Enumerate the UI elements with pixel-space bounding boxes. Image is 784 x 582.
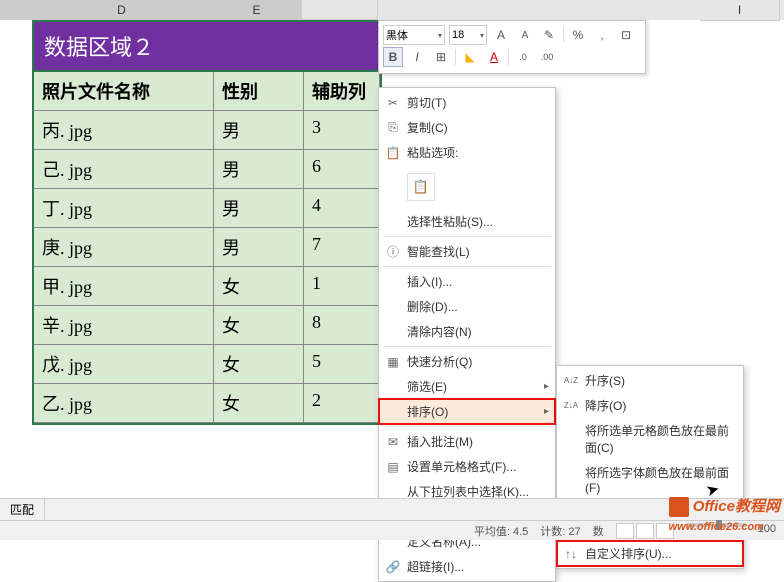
menu-copy[interactable]: ⎘复制(C) <box>379 115 555 140</box>
menu-separator <box>383 236 551 237</box>
font-size-select[interactable]: 18▾ <box>449 25 487 45</box>
menu-quick-analysis[interactable]: ▦快速分析(Q) <box>379 349 555 374</box>
view-buttons <box>616 523 674 539</box>
decrease-decimal-button[interactable]: .0 <box>513 47 533 67</box>
bold-button[interactable]: B <box>383 47 403 67</box>
view-normal-button[interactable] <box>616 523 634 539</box>
menu-sort[interactable]: 排序(O)▸ <box>379 399 555 424</box>
menu-custom-sort[interactable]: ↑↓自定义排序(U)... <box>557 541 743 566</box>
table-row: 己. jpg男6 <box>34 150 380 189</box>
italic-button[interactable]: I <box>407 47 427 67</box>
menu-format-cells[interactable]: ▤设置单元格格式(F)... <box>379 454 555 479</box>
menu-sort-cell-color[interactable]: 将所选单元格颜色放在最前面(C) <box>557 418 743 460</box>
sheet-tab[interactable]: 匹配 <box>0 499 45 520</box>
increase-decimal-button[interactable]: .00 <box>537 47 557 67</box>
table-row: 乙. jpg女2 <box>34 384 380 423</box>
table-row: 辛. jpg女8 <box>34 306 380 345</box>
paste-option-button[interactable]: 📋 <box>407 173 435 201</box>
status-average: 平均值: 4.5 <box>474 523 528 539</box>
menu-sort-desc[interactable]: Z↓A降序(O) <box>557 393 743 418</box>
watermark: Office教程网 www.office26.com <box>669 495 780 534</box>
data-region: 数据区域２ 照片文件名称 性别 辅助列 丙. jpg男3 己. jpg男6 丁.… <box>32 20 382 425</box>
status-count: 计数: 27 <box>540 523 580 539</box>
menu-insert[interactable]: 插入(I)... <box>379 269 555 294</box>
shrink-font-button[interactable]: A <box>515 25 535 45</box>
menu-filter[interactable]: 筛选(E)▸ <box>379 374 555 399</box>
header-gender[interactable]: 性别 <box>214 72 304 110</box>
fill-color-button[interactable]: ◣ <box>460 47 480 67</box>
percent-button[interactable]: % <box>568 25 588 45</box>
lookup-icon: ⓘ <box>385 244 401 260</box>
menu-delete[interactable]: 删除(D)... <box>379 294 555 319</box>
view-layout-button[interactable] <box>636 523 654 539</box>
menu-separator <box>383 346 551 347</box>
border-button[interactable]: ⊞ <box>431 47 451 67</box>
col-header-i[interactable]: I <box>700 0 780 21</box>
font-color-button[interactable]: A <box>484 47 504 67</box>
comment-icon: ✉ <box>385 434 401 450</box>
table-row: 戊. jpg女5 <box>34 345 380 384</box>
submenu-arrow-icon: ▸ <box>544 406 549 417</box>
format-icon: ▤ <box>385 459 401 475</box>
menu-paste-special[interactable]: 选择性粘贴(S)... <box>379 209 555 234</box>
clipboard-icon: 📋 <box>385 145 401 161</box>
header-filename[interactable]: 照片文件名称 <box>34 72 214 110</box>
table-row: 庚. jpg男7 <box>34 228 380 267</box>
table-body: 丙. jpg男3 己. jpg男6 丁. jpg男4 庚. jpg男7 甲. j… <box>32 111 382 425</box>
menu-sort-font-color[interactable]: 将所选字体颜色放在最前面(F) <box>557 460 743 499</box>
grow-font-button[interactable]: A <box>491 25 511 45</box>
sheet-tab-bar: 匹配 <box>0 498 784 520</box>
merge-button[interactable]: ⊡ <box>616 25 636 45</box>
table-row: 丙. jpg男3 <box>34 111 380 150</box>
menu-cut[interactable]: ✂剪切(T) <box>379 90 555 115</box>
chevron-down-icon: ▾ <box>480 31 484 40</box>
custom-sort-icon: ↑↓ <box>563 546 579 562</box>
header-aux[interactable]: 辅助列 <box>304 72 380 110</box>
status-sum: 数 <box>593 523 604 539</box>
col-header-e[interactable]: E <box>212 0 302 20</box>
menu-separator <box>383 426 551 427</box>
sort-desc-icon: Z↓A <box>563 398 579 414</box>
col-header-d[interactable]: D <box>32 0 212 20</box>
table-header-row: 照片文件名称 性别 辅助列 <box>32 70 382 111</box>
office-logo-icon <box>669 497 689 517</box>
menu-paste-options-label: 📋粘贴选项: <box>379 140 555 165</box>
status-bar: 平均值: 4.5 计数: 27 数 100 <box>0 520 784 540</box>
format-painter-button[interactable]: ✎ <box>539 25 559 45</box>
column-headers: D E I <box>0 0 784 20</box>
comma-button[interactable]: , <box>592 25 612 45</box>
menu-sort-asc[interactable]: A↓Z升序(S) <box>557 368 743 393</box>
mini-toolbar: 黑体▾ 18▾ A A ✎ % , ⊡ B I ⊞ ◣ A .0 .00 <box>378 20 646 74</box>
scissors-icon: ✂ <box>385 95 401 111</box>
col-header-f[interactable] <box>302 0 378 20</box>
sort-asc-icon: A↓Z <box>563 373 579 389</box>
chevron-down-icon: ▾ <box>438 31 442 40</box>
menu-separator <box>383 266 551 267</box>
submenu-arrow-icon: ▸ <box>544 381 549 392</box>
copy-icon: ⎘ <box>385 120 401 136</box>
font-select[interactable]: 黑体▾ <box>383 25 445 45</box>
menu-hyperlink[interactable]: 🔗超链接(I)... <box>379 554 555 579</box>
menu-clear[interactable]: 清除内容(N) <box>379 319 555 344</box>
table-row: 丁. jpg男4 <box>34 189 380 228</box>
menu-insert-comment[interactable]: ✉插入批注(M) <box>379 429 555 454</box>
table-row: 甲. jpg女1 <box>34 267 380 306</box>
row-header-stub <box>0 0 32 20</box>
menu-smart-lookup[interactable]: ⓘ智能查找(L) <box>379 239 555 264</box>
analysis-icon: ▦ <box>385 354 401 370</box>
link-icon: 🔗 <box>385 559 401 575</box>
region-title[interactable]: 数据区域２ <box>32 20 382 70</box>
